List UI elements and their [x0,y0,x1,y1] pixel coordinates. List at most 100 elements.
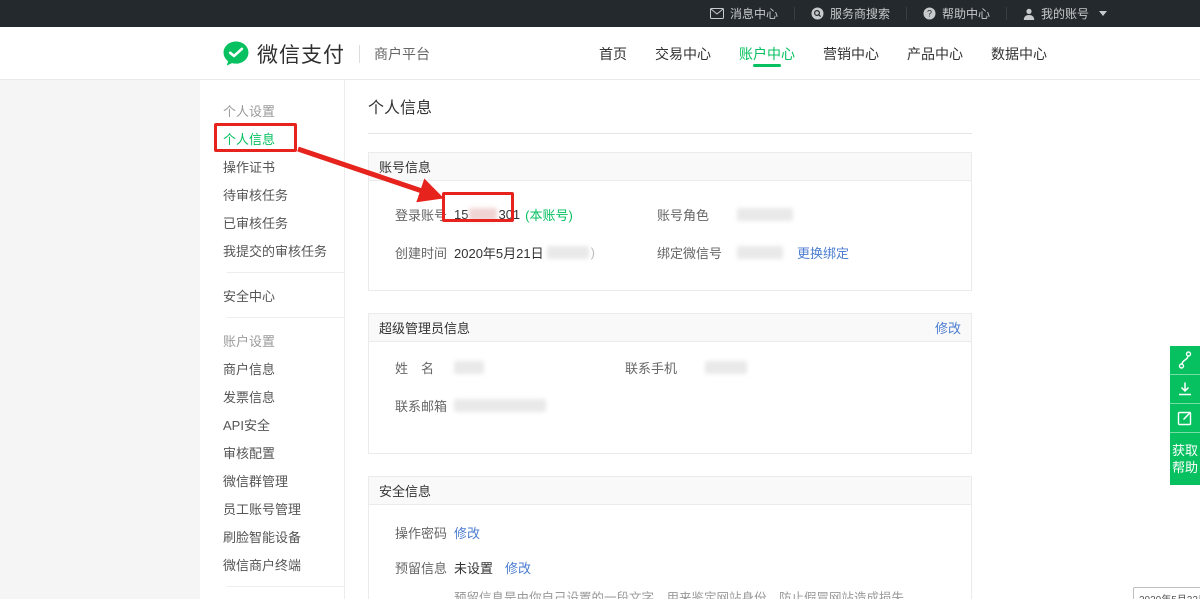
created-time-field: 创建时间 2020年5月21日) [395,243,657,262]
topbar-item-label: 帮助中心 [942,5,990,22]
created-date-text: 2020年5月21日 [454,243,544,262]
login-account-field: 登录账号 15 301 (本账号) [395,205,657,224]
admin-phone-field: 联系手机 [625,358,747,377]
sidebar-item-wechat-merchant-terminal[interactable]: 微信商户终端 [223,550,344,578]
reserved-info-label: 预留信息 [395,558,454,577]
help-center-link[interactable]: ? 帮助中心 [907,0,1006,27]
login-account-value: 15 301 (本账号) [454,205,573,224]
topbar-item-label: 消息中心 [730,5,778,22]
link-icon [1177,351,1193,369]
help-line: 预留信息是由你自己设置的一段文字，用来鉴定网站身份，防止假冒网站造成损失。 [454,589,971,599]
sidebar-item-merchant-info[interactable]: 商户信息 [223,354,344,382]
admin-email-field: 联系邮箱 [395,396,657,415]
sidebar-item-invoice-info[interactable]: 发票信息 [223,382,344,410]
super-admin-panel: 超级管理员信息 修改 姓 名 联系手机 [368,313,972,454]
download-icon [1177,381,1193,397]
created-time-label: 创建时间 [395,243,454,262]
redacted-admin-phone [705,361,747,374]
quick-link-button[interactable] [1170,346,1200,375]
created-paren: ) [591,245,595,260]
sidebar-item-review-config[interactable]: 审核配置 [223,438,344,466]
sidebar-item-my-submitted-review-tasks[interactable]: 我提交的审核任务 [223,236,344,264]
redacted-admin-name [454,361,484,374]
redacted-created-extra [547,246,589,259]
sidebar-item-pending-review-tasks[interactable]: 待审核任务 [223,180,344,208]
login-account-prefix: 15 [454,207,468,222]
account-role-field: 账号角色 [657,205,793,224]
account-info-panel: 账号信息 登录账号 15 301 (本账号) 账号角色 [368,152,972,291]
nav-transaction-center[interactable]: 交易中心 [641,27,725,80]
my-account-menu[interactable]: 我的账号 [1007,0,1123,27]
sidebar-item-api-security[interactable]: API安全 [223,410,344,438]
security-info-panel: 安全信息 操作密码 修改 预留信息 未设置 修改 [368,476,972,599]
get-help-button[interactable]: 获取帮助 [1170,433,1200,485]
topbar-item-label: 服务商搜索 [830,5,890,22]
bound-wechat-label: 绑定微信号 [657,243,737,262]
sidebar: 个人设置 个人信息 操作证书 待审核任务 已审核任务 我提交的审核任务 安全中心… [200,80,345,599]
panel-title: 超级管理员信息 [379,318,470,337]
redacted-account-role [737,208,793,221]
account-info-panel-header: 账号信息 [369,153,971,181]
envelope-icon [710,8,724,19]
redacted-admin-email [454,399,546,412]
rebind-link[interactable]: 更换绑定 [797,243,849,262]
page-body: 个人设置 个人信息 操作证书 待审核任务 已审核任务 我提交的审核任务 安全中心… [200,80,1200,599]
title-divider [368,133,972,134]
nav-account-center[interactable]: 账户中心 [725,27,809,80]
download-button[interactable] [1170,375,1200,404]
main-nav: 首页 交易中心 账户中心 营销中心 产品中心 数据中心 [585,27,1061,80]
panel-title: 安全信息 [379,481,431,500]
sidebar-item-reviewed-tasks[interactable]: 已审核任务 [223,208,344,236]
account-role-label: 账号角色 [657,205,737,224]
edit-icon [1177,410,1193,426]
nav-product-center[interactable]: 产品中心 [893,27,977,80]
message-center-link[interactable]: 消息中心 [694,0,794,27]
operation-password-label: 操作密码 [395,523,454,542]
magnifier-icon [811,7,824,20]
nav-marketing-center[interactable]: 营销中心 [809,27,893,80]
reserved-info-status: 未设置 [454,558,493,577]
wechat-pay-merchant-platform: 消息中心 服务商搜索 ? 帮助中心 我的账号 [0,0,1200,599]
sidebar-item-face-smart-device[interactable]: 刷脸智能设备 [223,522,344,550]
header: 微信支付 商户平台 首页 交易中心 账户中心 营销中心 产品中心 数据中心 [0,27,1200,80]
sidebar-divider [227,586,344,587]
login-account-label: 登录账号 [395,205,454,224]
current-account-tag: (本账号) [525,205,573,224]
sidebar-group-personal-settings: 个人设置 [223,96,344,124]
service-provider-search-link[interactable]: 服务商搜索 [795,0,906,27]
sidebar-item-personal-info[interactable]: 个人信息 [223,124,344,152]
sidebar-item-operation-certificate[interactable]: 操作证书 [223,152,344,180]
brand-sub-title: 商户平台 [374,44,430,64]
floating-action-bar: 获取帮助 [1170,346,1200,485]
sidebar-item-security-center[interactable]: 安全中心 [223,281,344,309]
super-admin-panel-body: 姓 名 联系手机 联系邮箱 [369,342,971,453]
date-tooltip: 2020年5月22日 [1133,587,1200,599]
wechat-pay-logo-icon [222,40,250,68]
panel-title: 账号信息 [379,157,431,176]
admin-email-label: 联系邮箱 [395,396,454,415]
reserved-info-field: 预留信息 未设置 修改 [395,558,531,577]
nav-home[interactable]: 首页 [585,27,641,80]
brand-name: 微信支付 [257,39,345,69]
feedback-button[interactable] [1170,404,1200,433]
admin-name-label: 姓 名 [395,358,454,377]
account-info-panel-body: 登录账号 15 301 (本账号) 账号角色 [369,181,971,290]
topbar-item-label: 我的账号 [1041,5,1089,22]
brand[interactable]: 微信支付 商户平台 [222,27,430,80]
edit-reserved-info-link[interactable]: 修改 [505,558,531,577]
sidebar-item-wechat-group-management[interactable]: 微信群管理 [223,466,344,494]
bound-wechat-field: 绑定微信号 更换绑定 [657,243,849,262]
page-title: 个人信息 [368,94,972,118]
edit-super-admin-link[interactable]: 修改 [935,318,961,337]
security-info-panel-body: 操作密码 修改 预留信息 未设置 修改 预留信息是由你自己设置的一段文字，用来鉴… [369,505,971,599]
topbar: 消息中心 服务商搜索 ? 帮助中心 我的账号 [0,0,1200,27]
login-account-suffix: 301 [498,207,520,222]
sidebar-divider [227,272,344,273]
security-info-panel-header: 安全信息 [369,477,971,505]
sidebar-item-staff-account-management[interactable]: 员工账号管理 [223,494,344,522]
super-admin-panel-header: 超级管理员信息 修改 [369,314,971,342]
edit-operation-password-link[interactable]: 修改 [454,523,480,542]
brand-divider [359,45,360,63]
nav-data-center[interactable]: 数据中心 [977,27,1061,80]
reserved-info-help: 预留信息是由你自己设置的一段文字，用来鉴定网站身份，防止假冒网站造成损失。 配置… [454,589,971,599]
